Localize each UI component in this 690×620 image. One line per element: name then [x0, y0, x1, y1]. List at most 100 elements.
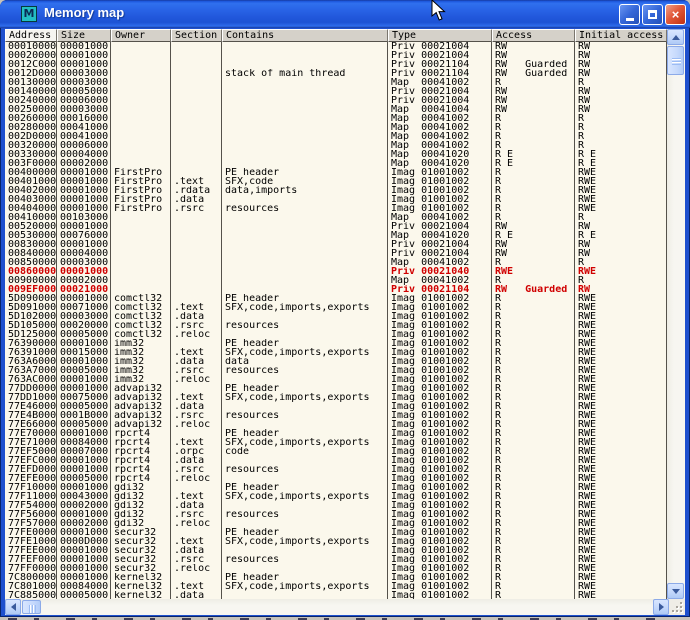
table-row[interactable]: 7C80000000001000kernel32PE headerImag 01… [5, 573, 667, 582]
table-row[interactable]: 5D10200000003000comctl32.dataImag 010010… [5, 312, 667, 321]
cell-type: Map 00041002 [388, 276, 492, 285]
cell-type: Imag 01001002 [388, 510, 492, 519]
cell-type: Priv 00021004 [388, 249, 492, 258]
table-row[interactable]: 5D10500000020000comctl32.rsrcresourcesIm… [5, 321, 667, 330]
table-row[interactable]: 77EFE00000005000rpcrt4.relocImag 0100100… [5, 474, 667, 483]
cell-owner: comctl32 [111, 303, 171, 312]
table-row[interactable]: 0040100000001000FirstPro.textSFX,codeIma… [5, 177, 667, 186]
table-row[interactable]: 0040200000001000FirstPro.rdatadata,impor… [5, 186, 667, 195]
table-row[interactable]: 009EF00000021000Priv 00021104RW GuardedR… [5, 285, 667, 294]
table-row[interactable]: 77F1000000001000gdi32PE headerImag 01001… [5, 483, 667, 492]
table-row[interactable]: 77DD100000075000advapi32.textSFX,code,im… [5, 393, 667, 402]
column-header-type[interactable]: Type [388, 29, 492, 42]
table-row[interactable]: 77FE10000000D000secur32.textSFX,code,imp… [5, 537, 667, 546]
table-row[interactable]: 77EFD00000001000rpcrt4.rsrcresourcesImag… [5, 465, 667, 474]
table-row[interactable]: 7639000000001000imm32PE headerImag 01001… [5, 339, 667, 348]
table-row[interactable]: 0090000000002000Map 00041002RR [5, 276, 667, 285]
cell-contains [222, 222, 388, 231]
table-row[interactable]: 77FE000000001000secur32PE headerImag 010… [5, 528, 667, 537]
table-row[interactable]: 0026000000016000Map 00041002RR [5, 114, 667, 123]
horizontal-scroll-thumb[interactable] [22, 600, 41, 614]
column-header-owner[interactable]: Owner [111, 29, 171, 42]
table-row[interactable]: 77DD000000001000advapi32PE headerImag 01… [5, 384, 667, 393]
table-row[interactable]: 77F5600000001000gdi32.rsrcresourcesImag … [5, 510, 667, 519]
table-row[interactable]: 0085000000003000Map 00041002RR [5, 258, 667, 267]
table-row[interactable]: 7639100000015000imm32.textSFX,code,impor… [5, 348, 667, 357]
table-row[interactable]: 0012C00000001000Priv 00021104RW GuardedR… [5, 60, 667, 69]
column-header-access[interactable]: Access [492, 29, 575, 42]
table-row[interactable]: 5D09100000071000comctl32.textSFX,code,im… [5, 303, 667, 312]
table-row[interactable]: 77FEF00000001000secur32.rsrcresourcesIma… [5, 555, 667, 564]
title-bar[interactable]: M Memory map × [0, 0, 690, 28]
table-row[interactable]: 5D12500000005000comctl32.relocImag 01001… [5, 330, 667, 339]
vertical-scrollbar[interactable] [667, 29, 684, 599]
cell-type: Imag 01001002 [388, 384, 492, 393]
table-row[interactable]: 77FF000000001000secur32.relocImag 010010… [5, 564, 667, 573]
cell-initial-access: RWE [575, 375, 667, 384]
table-row[interactable]: 77E4B0000001B000advapi32.rsrcresourcesIm… [5, 411, 667, 420]
table-row[interactable]: 0083000000001000Priv 00021004RWRW [5, 240, 667, 249]
table-row[interactable]: 77FEE00000001000secur32.dataImag 0100100… [5, 546, 667, 555]
column-header-contains[interactable]: Contains [222, 29, 388, 42]
table-row[interactable]: 77EFC00000001000rpcrt4.dataImag 01001002… [5, 456, 667, 465]
table-row[interactable]: 763A600000001000imm32.datadataImag 01001… [5, 357, 667, 366]
table-row[interactable]: 0041000000103000Map 00041002RR [5, 213, 667, 222]
table-row[interactable]: 0024000000006000Priv 00021004RWRW [5, 96, 667, 105]
table-row[interactable]: 0053000000076000Map 00041020R ER E [5, 231, 667, 240]
minimize-button[interactable] [619, 4, 640, 25]
column-header-initial-access[interactable]: Initial access [575, 29, 667, 42]
cell-owner: FirstPro [111, 204, 171, 213]
table-row[interactable]: 003F000000002000Map 00041020R ER E [5, 159, 667, 168]
table-row[interactable]: 77F5700000002000gdi32.relocImag 01001002… [5, 519, 667, 528]
close-button[interactable]: × [665, 4, 686, 25]
table-row[interactable]: 0040400000001000FirstPro.rsrcresourcesIm… [5, 204, 667, 213]
table-row[interactable]: 0052000000001000Priv 00021004RWRW [5, 222, 667, 231]
cell-owner [111, 132, 171, 141]
table-row[interactable]: 0084000000004000Priv 00021004RWRW [5, 249, 667, 258]
table-row[interactable]: 0014000000005000Priv 00021004RWRW [5, 87, 667, 96]
cell-initial-access: RWE [575, 168, 667, 177]
maximize-button[interactable] [642, 4, 663, 25]
column-header-section[interactable]: Section [171, 29, 222, 42]
table-row[interactable]: 5D09000000001000comctl32PE headerImag 01… [5, 294, 667, 303]
table-row[interactable]: 0001000000001000Priv 00021004RWRW [5, 42, 667, 51]
cell-access: R [492, 303, 575, 312]
table-row[interactable]: 0002000000001000Priv 00021004RWRW [5, 51, 667, 60]
table-row[interactable]: 7C88500000005000kernel32.dataImag 010010… [5, 591, 667, 599]
cell-initial-access: RWE [575, 402, 667, 411]
table-row[interactable]: 763AC00000001000imm32.relocImag 01001002… [5, 375, 667, 384]
table-row[interactable]: 002D000000041000Map 00041002RR [5, 132, 667, 141]
table-row[interactable]: 77EF500000007000rpcrt4.orpccodeImag 0100… [5, 447, 667, 456]
cell-size: 00005000 [57, 402, 111, 411]
scroll-up-button[interactable] [667, 29, 684, 45]
table-row[interactable]: 0028000000041000Map 00041002RR [5, 123, 667, 132]
scroll-left-button[interactable] [5, 599, 21, 615]
cell-size: 00001000 [57, 51, 111, 60]
column-header-size[interactable]: Size [57, 29, 111, 42]
table-row[interactable]: 0033000000004000Map 00041020R ER E [5, 150, 667, 159]
vertical-scroll-thumb[interactable] [667, 46, 684, 75]
table-row[interactable]: 0040300000001000FirstPro.dataImag 010010… [5, 195, 667, 204]
cell-owner [111, 105, 171, 114]
table-row[interactable]: 77F5400000002000gdi32.dataImag 01001002R… [5, 501, 667, 510]
table-body[interactable]: 0001000000001000Priv 00021004RWRW0002000… [5, 42, 667, 599]
resize-grip[interactable] [669, 599, 685, 615]
table-row[interactable]: 77E4600000005000advapi32.dataImag 010010… [5, 402, 667, 411]
table-row[interactable]: 77F1100000043000gdi32.textSFX,code,impor… [5, 492, 667, 501]
table-row[interactable]: 77E7000000001000rpcrt4PE headerImag 0100… [5, 429, 667, 438]
table-row[interactable]: 763A700000005000imm32.rsrcresourcesImag … [5, 366, 667, 375]
table-row[interactable]: 77E7100000084000rpcrt4.textSFX,code,impo… [5, 438, 667, 447]
table-row[interactable]: 7C80100000084000kernel32.textSFX,code,im… [5, 582, 667, 591]
horizontal-scrollbar[interactable] [5, 599, 685, 615]
column-header-address[interactable]: Address [5, 29, 57, 42]
scroll-down-button[interactable] [667, 583, 684, 599]
scroll-right-button[interactable] [653, 599, 669, 615]
table-row[interactable]: 0012D00000003000stack of main threadPriv… [5, 69, 667, 78]
table-row[interactable]: 0086000000001000Priv 00021040RWERWE [5, 267, 667, 276]
table-row[interactable]: 0013000000003000Map 00041002RR [5, 78, 667, 87]
table-row[interactable]: 0032000000006000Map 00041002RR [5, 141, 667, 150]
table-row[interactable]: 0025000000003000Map 00041004RWRW [5, 105, 667, 114]
table-row[interactable]: 77E6600000005000advapi32.relocImag 01001… [5, 420, 667, 429]
cell-section: .reloc [171, 564, 222, 573]
table-row[interactable]: 0040000000001000FirstProPE headerImag 01… [5, 168, 667, 177]
